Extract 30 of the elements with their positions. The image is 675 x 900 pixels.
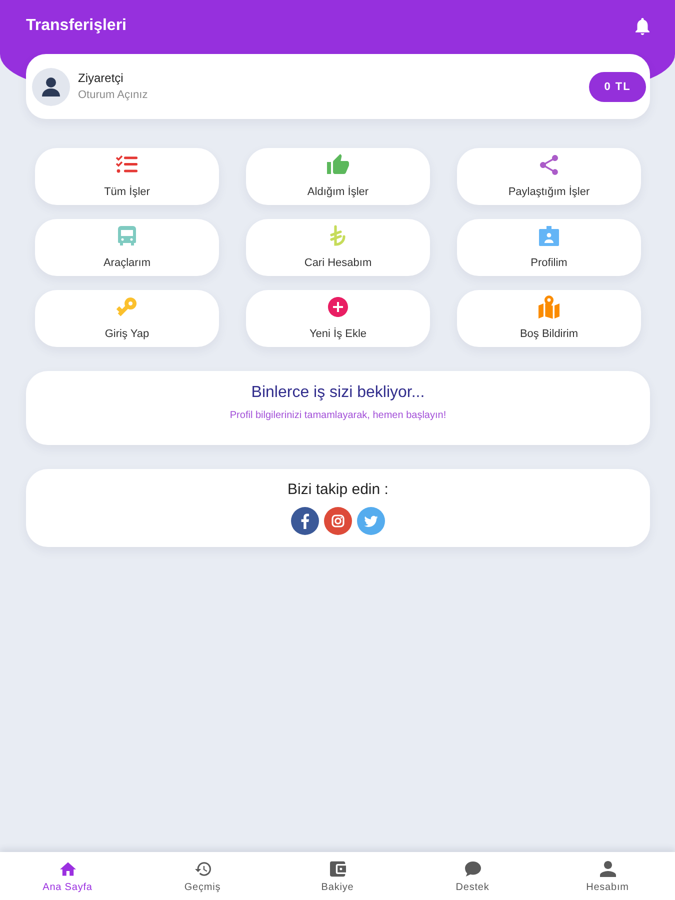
menu-button[interactable]: Paylaştığım İşler: [457, 148, 641, 205]
person-icon: [600, 861, 616, 877]
chat-bubble-icon: [464, 861, 480, 877]
history-icon: [194, 861, 210, 877]
menu-button[interactable]: Cari Hesabım: [246, 219, 430, 276]
menu-button[interactable]: Aldığım İşler: [246, 148, 430, 205]
menu-button[interactable]: Profilim: [457, 219, 641, 276]
user-name: Ziyaretçi: [78, 71, 124, 85]
banner-subtitle: Profil bilgilerinizi tamamlayarak, hemen başlayın!: [230, 409, 446, 423]
nav-tab[interactable]: Hesabım: [540, 852, 675, 900]
balance-badge: 0 TL: [589, 72, 646, 102]
menu-button[interactable]: Yeni İş Ekle: [246, 290, 430, 347]
bell-icon[interactable]: [634, 18, 651, 34]
nav-tab[interactable]: Ana Sayfa: [0, 852, 135, 900]
menu-button[interactable]: Tüm İşler: [35, 148, 219, 205]
wallet-icon: [330, 861, 346, 877]
login-status: Oturum Açınız: [78, 89, 148, 102]
app-title: Transferişleri: [26, 17, 126, 35]
home-icon: [60, 861, 76, 877]
menu-button[interactable]: Araçlarım: [35, 219, 219, 276]
follow-title: Bizi takip edin :: [288, 480, 388, 500]
nav-tab[interactable]: Geçmiş: [135, 852, 270, 900]
nav-tab[interactable]: Bakiye: [270, 852, 405, 900]
menu-button[interactable]: Giriş Yap: [35, 290, 219, 347]
nav-tab[interactable]: Destek: [405, 852, 540, 900]
menu-button[interactable]: Boş Bildirim: [457, 290, 641, 347]
user-avatar-icon: [32, 68, 70, 106]
instagram-icon[interactable]: [324, 507, 352, 535]
banner-title: Binlerce iş sizi bekliyor...: [251, 383, 425, 403]
facebook-icon[interactable]: [291, 507, 319, 535]
